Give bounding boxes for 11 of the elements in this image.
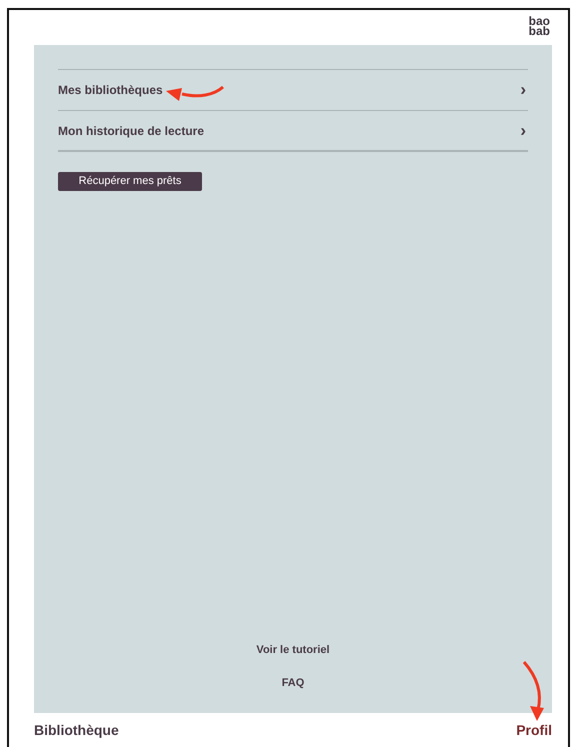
menu-item[interactable]: Mon historique de lecture [58,122,204,140]
retrieve-loans-button[interactable]: Récupérer mes prêts [58,172,202,191]
menu-item[interactable]: Mes bibliothèques [58,81,163,99]
chevron-icon: › [520,77,528,103]
logo: bao bab [528,16,550,40]
footer-link[interactable]: Voir le tutoriel [256,642,330,658]
nav-tab[interactable]: Profil [516,720,552,740]
nav-tab[interactable]: Bibliothèque [34,720,119,740]
annotation-arrow [164,84,226,104]
footer-link[interactable]: FAQ [282,674,304,691]
chevron-icon: › [520,118,528,144]
